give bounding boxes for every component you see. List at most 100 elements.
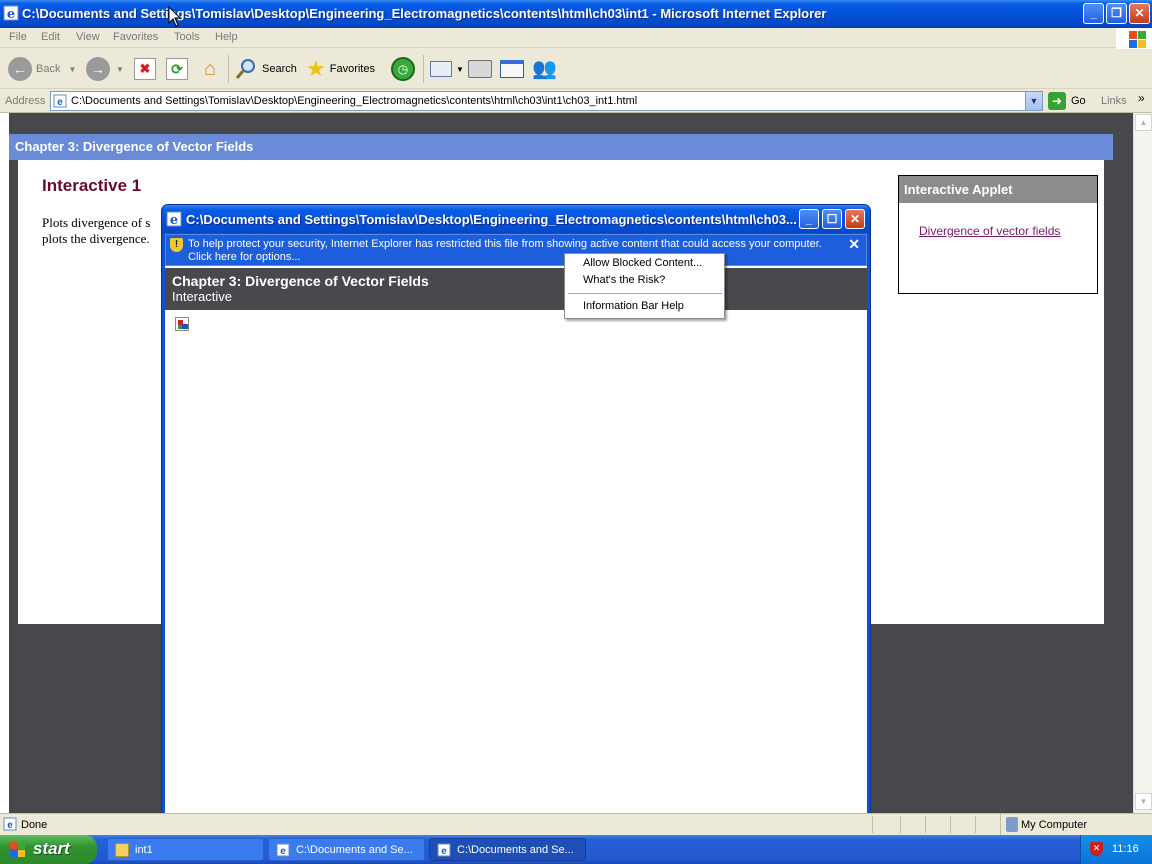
chevron-down-icon: ▼ [116, 64, 124, 74]
description-line: Plots divergence of s [42, 215, 151, 230]
printer-icon [468, 60, 492, 78]
scroll-up-button[interactable]: ▲ [1135, 114, 1152, 131]
infobar-context-menu: Allow Blocked Content... What's the Risk… [564, 253, 725, 319]
menu-favorites[interactable]: Favorites [113, 31, 158, 43]
history-button[interactable]: ◷ [391, 55, 415, 83]
svg-text:e: e [7, 820, 13, 831]
shield-warning-icon: ! [170, 238, 183, 252]
status-divider [900, 816, 901, 833]
chevron-right-icon[interactable]: » [1138, 91, 1145, 105]
svg-text:e: e [441, 846, 447, 857]
svg-text:e: e [7, 7, 15, 21]
menu-information-bar-help[interactable]: Information Bar Help [583, 300, 684, 312]
popup-titlebar[interactable]: e C:\Documents and Settings\Tomislav\Des… [162, 205, 870, 233]
page-icon: e [3, 817, 17, 831]
popup-close-button[interactable]: ✕ [845, 209, 865, 229]
stop-button[interactable]: ✖ [134, 55, 156, 83]
home-button[interactable]: ⌂ [198, 55, 222, 83]
menu-file[interactable]: File [9, 31, 27, 43]
status-divider [872, 816, 873, 833]
chapter-header: Chapter 3: Divergence of Vector Fields [9, 134, 1113, 160]
start-label: start [33, 839, 70, 858]
refresh-button[interactable]: ⟳ [166, 55, 188, 83]
information-bar[interactable]: ! To help protect your security, Interne… [165, 234, 867, 266]
go-arrow-icon: ➜ [1048, 92, 1066, 110]
clock: 11:16 [1112, 843, 1139, 855]
address-url: C:\Documents and Settings\Tomislav\Deskt… [71, 95, 638, 107]
toolbar-separator [228, 55, 229, 83]
address-bar: Address e C:\Documents and Settings\Tomi… [0, 90, 1152, 113]
computer-icon [1006, 817, 1018, 832]
status-divider [975, 816, 976, 833]
search-icon [235, 59, 255, 79]
menu-tools[interactable]: Tools [174, 31, 200, 43]
print-button[interactable] [468, 55, 492, 83]
menu-edit[interactable]: Edit [41, 31, 60, 43]
divergence-applet-link[interactable]: Divergence of vector fields [919, 224, 1060, 238]
vertical-scrollbar[interactable]: ▲ ▼ [1133, 113, 1152, 813]
windows-logo-icon [1116, 28, 1152, 49]
menu-view[interactable]: View [76, 31, 100, 43]
ie-icon: e [3, 5, 19, 21]
back-button[interactable]: ← Back ▼ [8, 55, 76, 83]
stop-icon: ✖ [134, 58, 156, 80]
favorites-button[interactable]: ★ Favorites [306, 55, 375, 83]
infobar-message: To help protect your security, Internet … [188, 238, 822, 250]
description: Plots divergence of s plots the divergen… [42, 215, 162, 247]
toolbar: ← Back ▼ → ▼ ✖ ⟳ ⌂ Search ★ Favorites ◷ … [0, 49, 1152, 89]
messenger-button[interactable]: 👥 [532, 55, 557, 83]
favorites-label: Favorites [329, 63, 375, 75]
address-dropdown-button[interactable]: ▼ [1025, 92, 1042, 110]
search-button[interactable]: Search [234, 55, 297, 83]
popup-content: ! To help protect your security, Interne… [165, 234, 867, 842]
status-divider [950, 816, 951, 833]
go-label: Go [1071, 95, 1086, 107]
ie-icon: e [437, 843, 451, 857]
popup-banner-subtitle: Interactive [172, 289, 232, 304]
menu-whats-the-risk[interactable]: What's the Risk? [583, 274, 665, 286]
popup-maximize-button[interactable]: ☐ [822, 209, 842, 229]
taskbar-item-ie-1[interactable]: e C:\Documents and Se... [268, 838, 425, 861]
window-title: C:\Documents and Settings\Tomislav\Deskt… [22, 6, 827, 21]
status-divider [925, 816, 926, 833]
forward-button[interactable]: → ▼ [86, 55, 124, 83]
popup-banner: Chapter 3: Divergence of Vector Fields I… [165, 268, 867, 310]
chevron-down-icon: ▼ [68, 64, 77, 74]
minimize-button[interactable]: _ [1083, 3, 1104, 24]
description-line: plots the divergence. [42, 231, 150, 246]
home-icon: ⌂ [203, 58, 217, 80]
forward-arrow-icon: → [86, 57, 110, 81]
svg-text:e: e [280, 846, 286, 857]
taskbar-item-int1[interactable]: int1 [107, 838, 264, 861]
star-icon: ★ [306, 56, 326, 81]
zone-label: My Computer [1021, 819, 1088, 831]
ie-icon: e [276, 843, 290, 857]
back-arrow-icon: ← [8, 57, 32, 81]
edit-button[interactable] [500, 55, 524, 83]
menu-allow-blocked-content[interactable]: Allow Blocked Content... [583, 257, 702, 269]
popup-minimize-button[interactable]: _ [799, 209, 819, 229]
folder-icon [115, 843, 129, 857]
mail-button[interactable]: ▼ [430, 55, 464, 83]
restore-button[interactable]: ❐ [1106, 3, 1127, 24]
menu-separator [568, 293, 722, 294]
address-input[interactable]: e C:\Documents and Settings\Tomislav\Des… [50, 91, 1043, 111]
security-shield-icon[interactable]: ✕ [1090, 842, 1103, 856]
page-icon: e [53, 94, 67, 108]
menu-help[interactable]: Help [215, 31, 238, 43]
go-button[interactable]: ➜ Go [1048, 92, 1086, 110]
close-button[interactable]: ✕ [1129, 3, 1150, 24]
interactive-title: Interactive 1 [42, 176, 142, 195]
taskbar-item-ie-2[interactable]: e C:\Documents and Se... [429, 838, 586, 861]
ie-icon: e [166, 211, 182, 227]
start-button[interactable]: start [0, 835, 97, 864]
infobar-close-icon[interactable]: ✕ [848, 236, 860, 253]
links-label[interactable]: Links [1101, 95, 1127, 107]
edit-page-icon [500, 60, 524, 78]
mail-icon [430, 61, 452, 77]
scroll-down-button[interactable]: ▼ [1135, 793, 1152, 810]
history-icon: ◷ [391, 57, 415, 81]
status-bar: e Done My Computer [0, 813, 1152, 835]
task-label: C:\Documents and Se... [457, 844, 574, 856]
task-label: int1 [135, 844, 153, 856]
